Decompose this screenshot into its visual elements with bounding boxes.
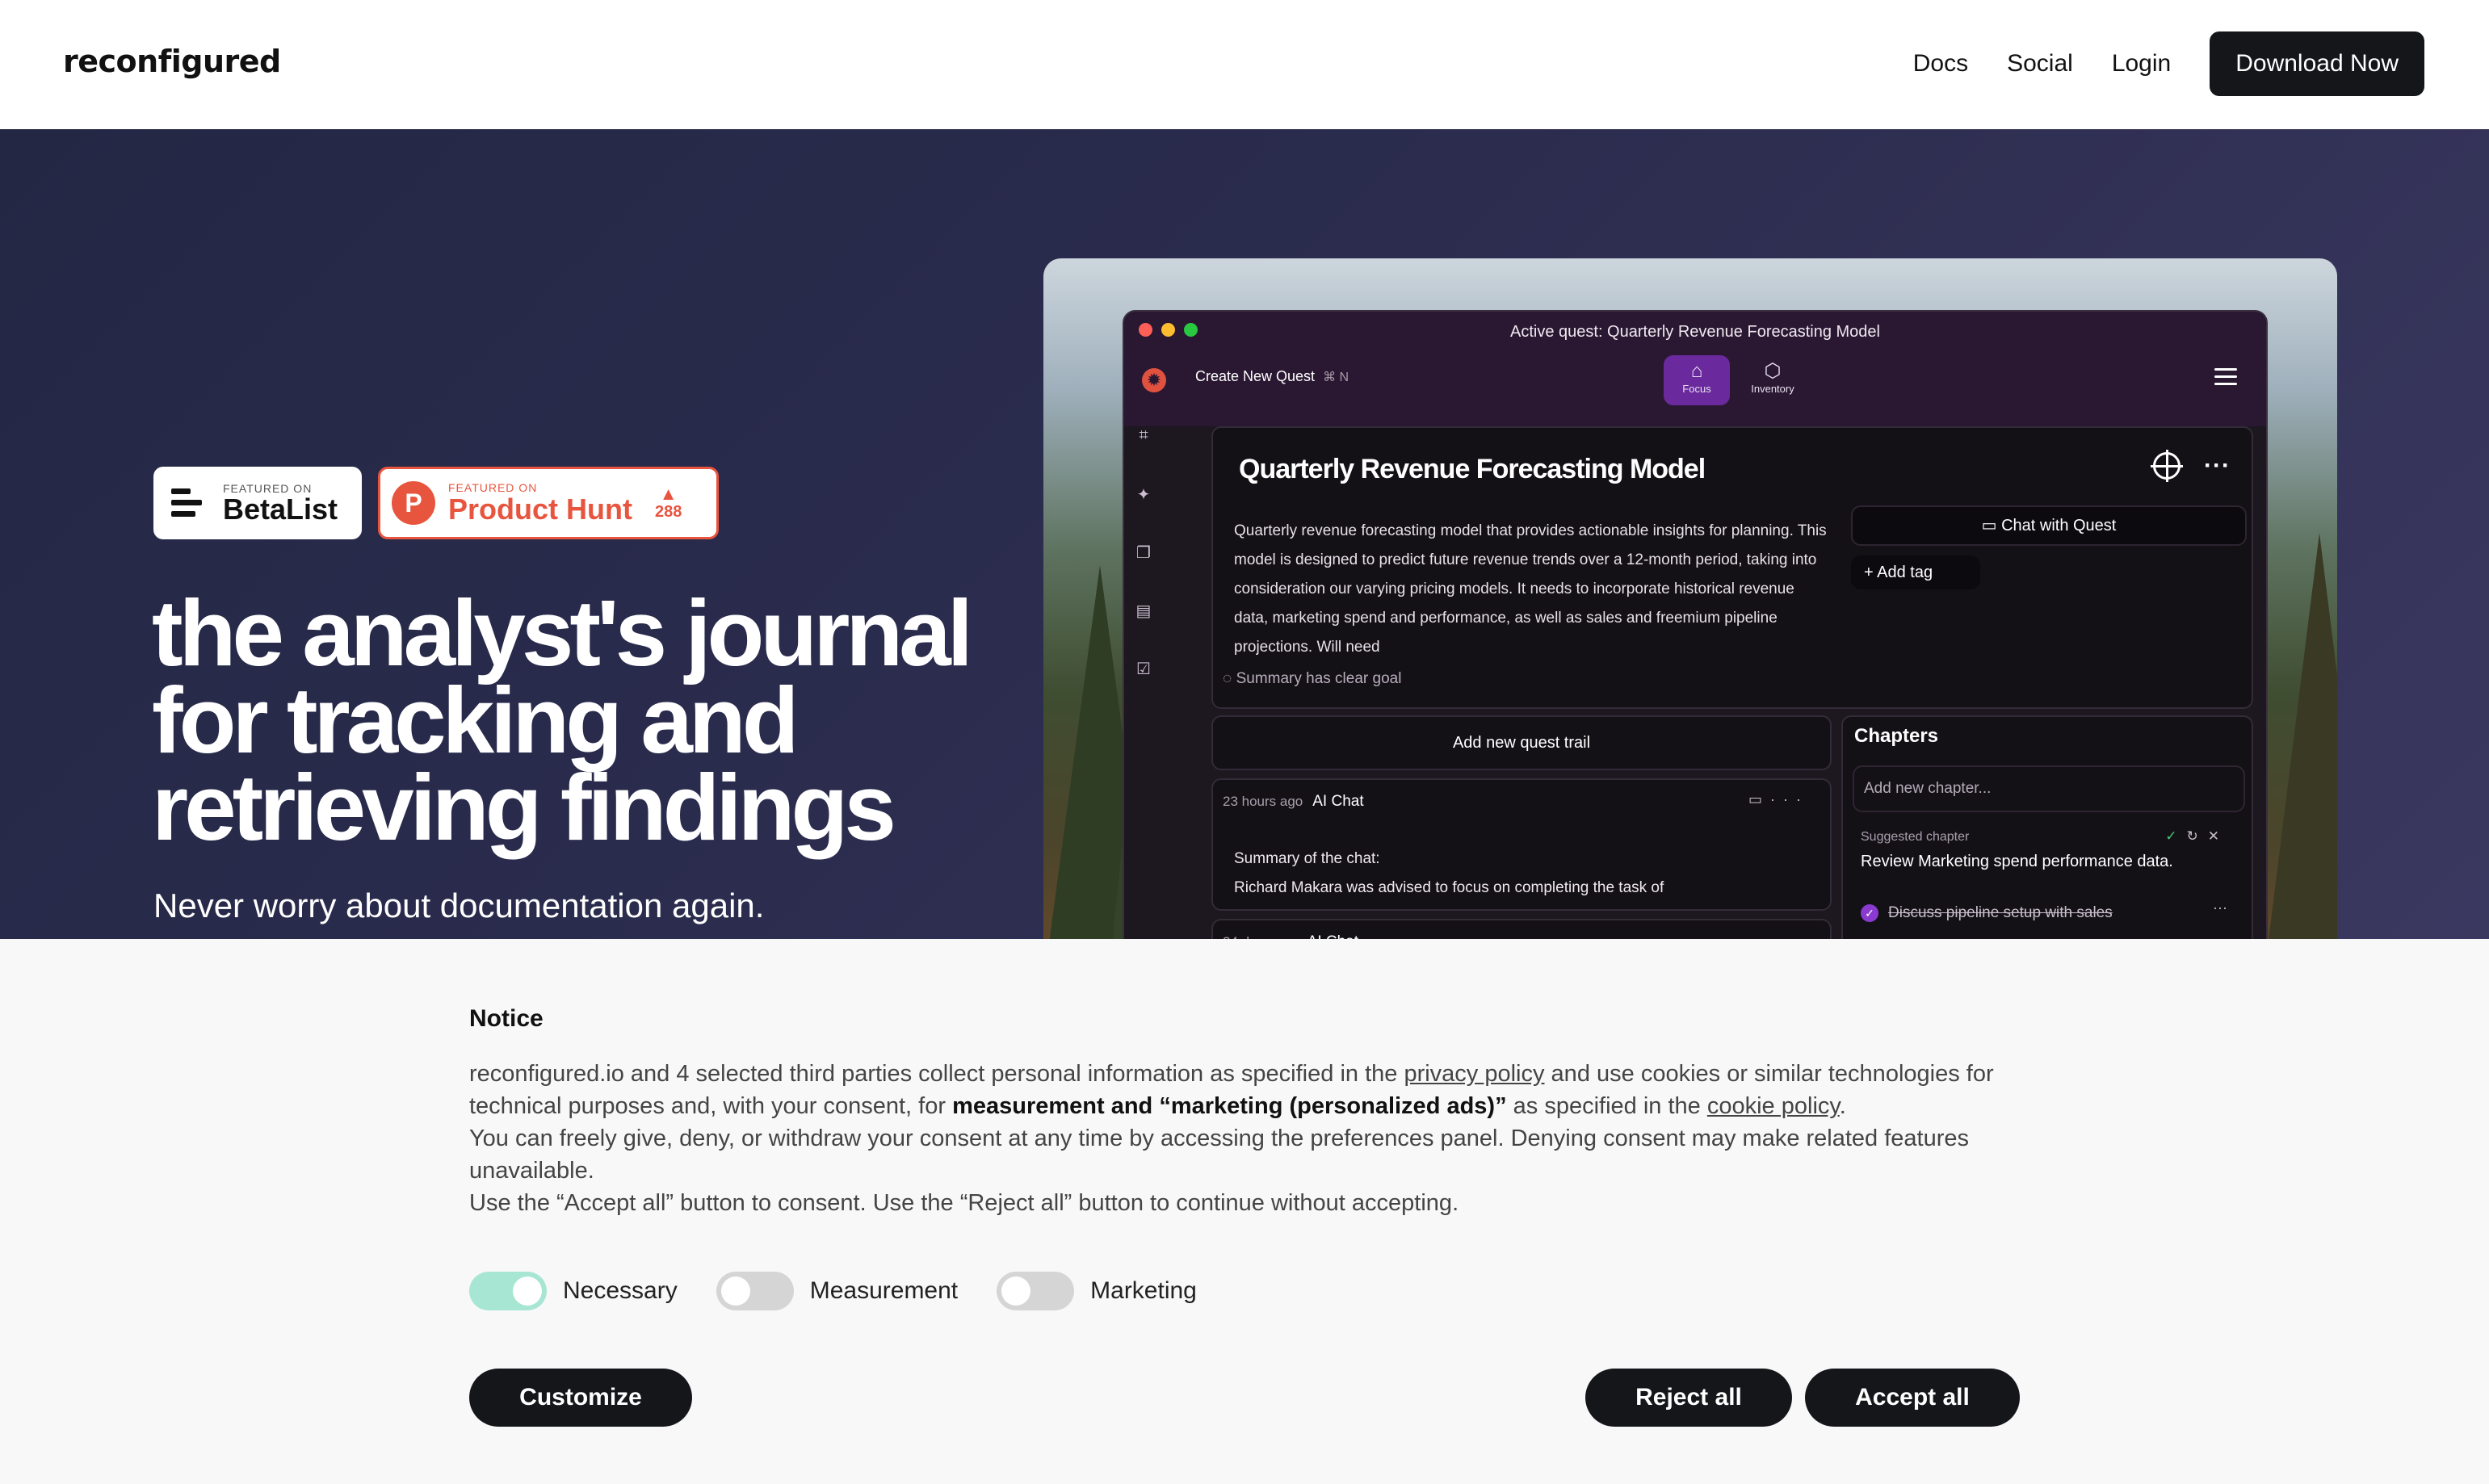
chapter-more-icon[interactable]: ··· bbox=[2213, 899, 2227, 916]
measurement-toggle[interactable] bbox=[716, 1272, 794, 1310]
add-tag-label: Add tag bbox=[1877, 564, 1933, 581]
checklist-icon[interactable]: ☑ bbox=[1132, 659, 1155, 681]
box-icon: ⬡ bbox=[1764, 360, 1782, 382]
focus-icon: ⌂ bbox=[1690, 360, 1703, 382]
tab-inventory[interactable]: ⬡ Inventory bbox=[1740, 355, 1806, 405]
app-screenshot: Active quest: Quarterly Revenue Forecast… bbox=[1043, 258, 2337, 945]
create-quest-shortcut: ⌘ N bbox=[1323, 371, 1349, 384]
notice-text-4: . bbox=[1839, 1093, 1846, 1119]
suggested-chapter-label: Suggested chapter bbox=[1861, 830, 1970, 844]
check-icon[interactable]: ✓ bbox=[1861, 904, 1878, 922]
app-logo-icon: ✹ bbox=[1142, 368, 1166, 392]
tab-focus-label: Focus bbox=[1682, 383, 1711, 395]
crop-icon[interactable]: ⌗ bbox=[1132, 426, 1155, 449]
add-quest-trail-button[interactable]: Add new quest trail bbox=[1211, 715, 1832, 770]
site-header: reconfigured Docs Social Login Download … bbox=[0, 0, 2489, 129]
chat-summary-label: Summary of the chat: bbox=[1234, 850, 1380, 867]
more-options-icon[interactable]: ··· bbox=[2204, 452, 2231, 480]
create-quest-label: Create New Quest bbox=[1195, 368, 1316, 384]
betalist-icon bbox=[171, 487, 202, 519]
marketing-label: Marketing bbox=[1090, 1277, 1197, 1304]
upvote-icon: ▲ bbox=[659, 483, 678, 504]
telescope-icon[interactable]: ✦ bbox=[1132, 484, 1155, 507]
cookie-consent-banner: Notice reconfigured.io and 4 selected th… bbox=[0, 939, 2489, 1484]
app-titlebar: Active quest: Quarterly Revenue Forecast… bbox=[1124, 312, 2266, 355]
chat-with-quest-label: Chat with Quest bbox=[2001, 517, 2117, 534]
hamburger-menu-icon[interactable] bbox=[2214, 368, 2237, 386]
necessary-toggle[interactable] bbox=[469, 1272, 547, 1310]
notice-text-3: as specified in the bbox=[1506, 1093, 1707, 1119]
necessary-label: Necessary bbox=[563, 1277, 678, 1304]
consent-toggles: Necessary Measurement Marketing bbox=[469, 1272, 1236, 1310]
completed-chapter[interactable]: ✓ Discuss pipeline setup with sales bbox=[1861, 904, 2113, 922]
summary-goal-text: Summary has clear goal bbox=[1236, 670, 1402, 687]
chapters-panel: Chapters Add new chapter... Suggested ch… bbox=[1841, 715, 2253, 945]
nav-social[interactable]: Social bbox=[2007, 50, 2073, 78]
refresh-icon: ↻ bbox=[2186, 828, 2208, 844]
accept-icon: ✓ bbox=[2165, 828, 2187, 844]
download-now-button[interactable]: Download Now bbox=[2210, 31, 2424, 96]
measurement-label: Measurement bbox=[809, 1277, 959, 1304]
notice-body: reconfigured.io and 4 selected third par… bbox=[469, 1058, 2020, 1219]
product-hunt-badge[interactable]: P FEATURED ON Product Hunt ▲ 288 bbox=[378, 467, 719, 539]
notice-purposes: measurement and “marketing (personalized… bbox=[952, 1093, 1507, 1119]
app-toolbar: ✹ Create New Quest ⌘ N ⌂ Focus ⬡ Inventory bbox=[1124, 355, 2266, 426]
chat-icon[interactable]: ❐ bbox=[1132, 543, 1155, 565]
hero-subhead: Never worry about documentation again. bbox=[153, 887, 765, 924]
tab-inventory-label: Inventory bbox=[1751, 383, 1794, 395]
clipboard-icon[interactable]: ▤ bbox=[1132, 601, 1155, 623]
notice-text-buttons: Use the “Accept all” button to consent. … bbox=[469, 1190, 1459, 1216]
app-window: Active quest: Quarterly Revenue Forecast… bbox=[1123, 310, 2268, 945]
add-tag-button[interactable]: + Add tag bbox=[1851, 555, 1980, 589]
create-new-quest-button[interactable]: Create New Quest ⌘ N bbox=[1195, 368, 1349, 385]
betalist-name: BetaList bbox=[223, 493, 338, 526]
notice-text-withdraw: You can freely give, deny, or withdraw y… bbox=[469, 1126, 1970, 1184]
cookie-policy-link[interactable]: cookie policy bbox=[1707, 1093, 1840, 1119]
product-hunt-icon: P bbox=[392, 481, 435, 525]
app-sidebar: ⌗ ✦ ❐ ▤ ☑ bbox=[1124, 426, 1165, 945]
chat-entry[interactable]: 23 hours ago AI Chat ▭··· Summary of the … bbox=[1211, 778, 1832, 911]
hero-headline: the analyst's journal for tracking and r… bbox=[152, 581, 973, 860]
top-nav: Docs Social Login Download Now bbox=[1913, 31, 2424, 96]
crosshair-icon[interactable] bbox=[2151, 450, 2183, 482]
marketing-toggle[interactable] bbox=[997, 1272, 1075, 1310]
chat-type: AI Chat bbox=[1312, 793, 1364, 810]
completed-chapter-text: Discuss pipeline setup with sales bbox=[1888, 904, 2113, 922]
chat-with-quest-button[interactable]: ▭ Chat with Quest bbox=[1851, 505, 2247, 546]
nav-docs[interactable]: Docs bbox=[1913, 50, 1968, 78]
notice-text-1: reconfigured.io and 4 selected third par… bbox=[469, 1061, 1404, 1087]
active-quest-title: Active quest: Quarterly Revenue Forecast… bbox=[1510, 323, 1880, 341]
dismiss-icon: ✕ bbox=[2207, 828, 2229, 844]
accept-all-button[interactable]: Accept all bbox=[1805, 1369, 2020, 1427]
customize-button[interactable]: Customize bbox=[469, 1369, 692, 1427]
ph-upvotes: ▲ 288 bbox=[654, 483, 682, 522]
notice-title: Notice bbox=[469, 1005, 544, 1032]
betalist-badge[interactable]: FEATURED ON BetaList bbox=[153, 467, 362, 539]
chat-meta: 23 hours ago AI Chat bbox=[1223, 793, 1364, 811]
chat-summary-text: Richard Makara was advised to focus on c… bbox=[1234, 879, 1664, 896]
ph-name: Product Hunt bbox=[448, 493, 632, 526]
featured-badges: FEATURED ON BetaList P FEATURED ON Produ… bbox=[153, 467, 719, 539]
add-chapter-input[interactable]: Add new chapter... bbox=[1853, 765, 2245, 812]
quest-description: Quarterly revenue forecasting model that… bbox=[1234, 522, 1827, 656]
tab-focus[interactable]: ⌂ Focus bbox=[1664, 355, 1730, 405]
logo[interactable]: reconfigured bbox=[63, 44, 281, 79]
quest-title: Quarterly Revenue Forecasting Model bbox=[1239, 454, 1706, 484]
hero-section: FEATURED ON BetaList P FEATURED ON Produ… bbox=[0, 129, 2489, 945]
reject-all-button[interactable]: Reject all bbox=[1585, 1369, 1792, 1427]
chapters-title: Chapters bbox=[1854, 725, 1939, 747]
suggestion-actions[interactable]: ✓↻✕ bbox=[2165, 828, 2229, 845]
quest-card: Quarterly Revenue Forecasting Model ··· … bbox=[1211, 426, 2253, 709]
chat-time: 23 hours ago bbox=[1223, 794, 1303, 809]
chat-actions[interactable]: ▭··· bbox=[1748, 791, 1809, 808]
privacy-policy-link[interactable]: privacy policy bbox=[1404, 1061, 1544, 1087]
nav-login[interactable]: Login bbox=[2112, 50, 2171, 78]
chat-summary: Summary of the chat: Richard Makara was … bbox=[1234, 845, 1664, 903]
suggested-chapter-text: Review Marketing spend performance data. bbox=[1861, 853, 2173, 870]
summary-goal-status: ◌ Summary has clear goal bbox=[1223, 670, 1402, 687]
view-tabs: ⌂ Focus ⬡ Inventory bbox=[1664, 355, 1806, 405]
ph-vote-count: 288 bbox=[654, 502, 682, 521]
